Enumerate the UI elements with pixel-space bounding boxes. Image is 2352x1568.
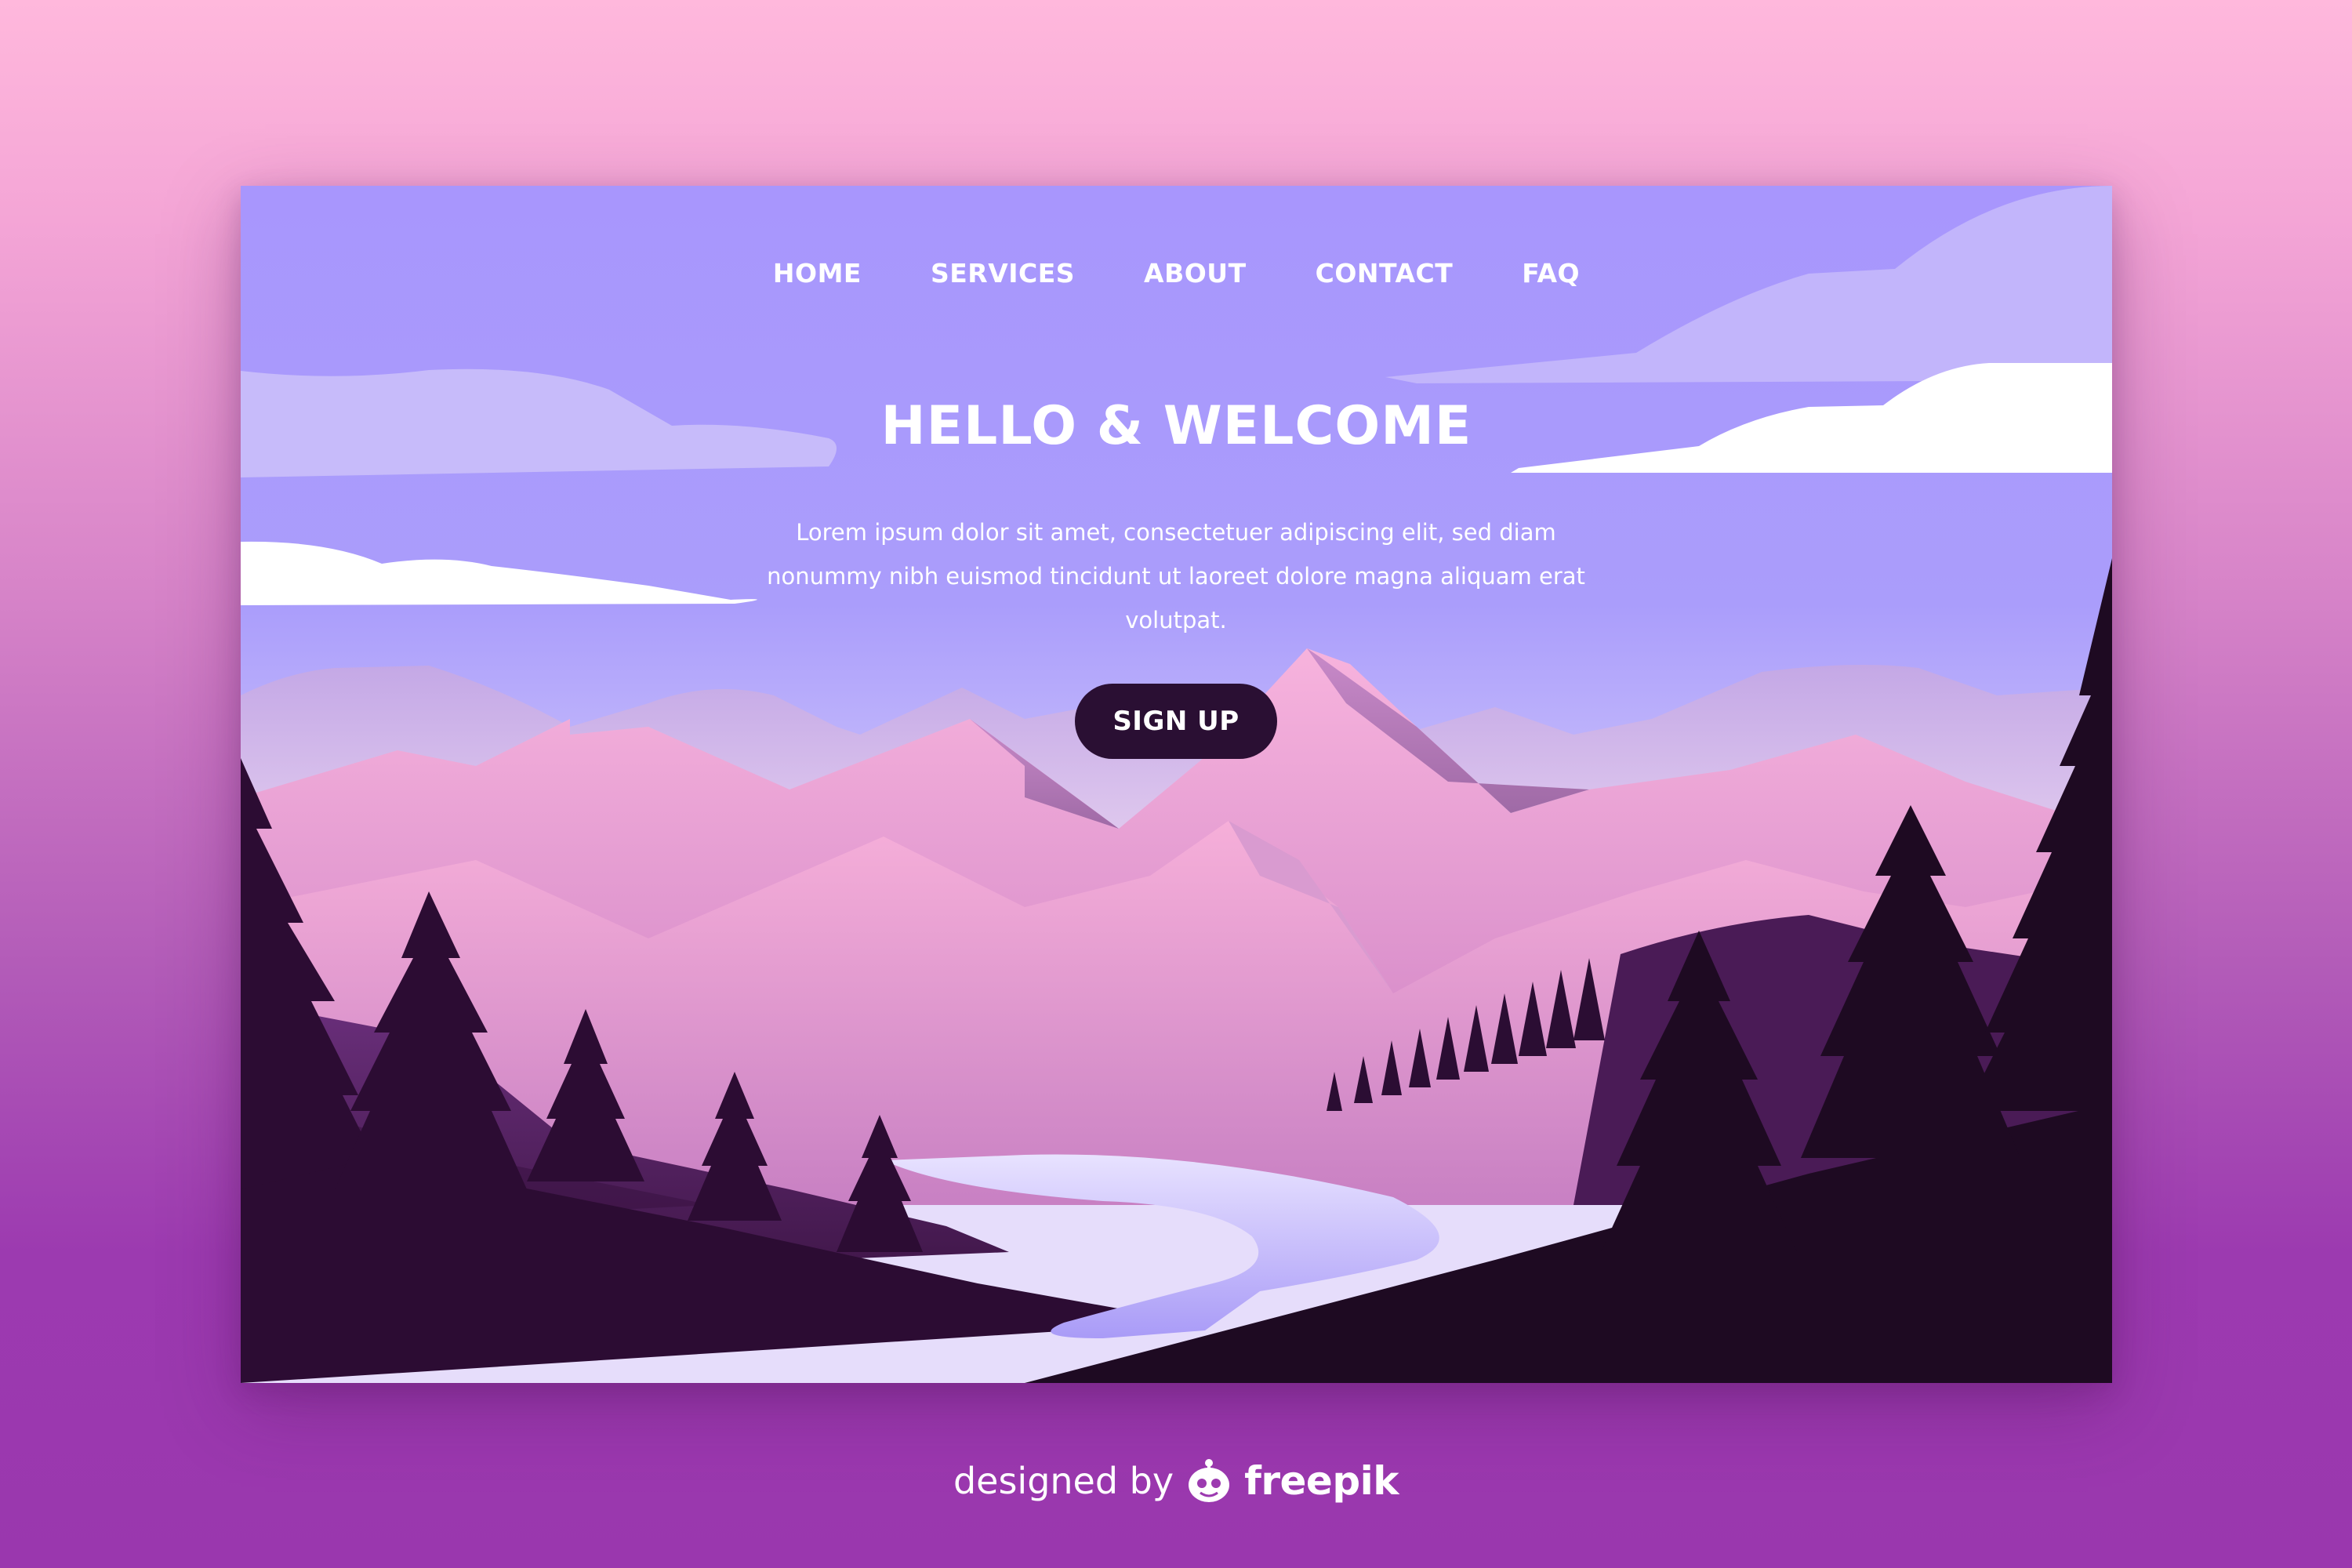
nav-about[interactable]: ABOUT	[1109, 254, 1281, 293]
nav-faq[interactable]: FAQ	[1487, 254, 1614, 293]
nav-home[interactable]: HOME	[739, 254, 896, 293]
nav-services[interactable]: SERVICES	[896, 254, 1109, 293]
main-nav: HOME SERVICES ABOUT CONTACT FAQ	[241, 254, 2112, 293]
landscape-illustration	[241, 186, 2112, 1383]
credit-brand: freepik	[1244, 1458, 1399, 1504]
sign-up-button[interactable]: SIGN UP	[1075, 684, 1277, 759]
nav-contact[interactable]: CONTACT	[1281, 254, 1488, 293]
hero-description: Lorem ipsum dolor sit amet, consectetuer…	[767, 519, 1585, 633]
hero-title: HELLO & WELCOME	[880, 395, 1472, 457]
designer-credit: designed by freepik	[0, 1457, 2352, 1505]
freepik-logo-icon	[1189, 1459, 1230, 1502]
credit-prefix: designed by	[953, 1460, 1174, 1502]
landing-page-panel: HOME SERVICES ABOUT CONTACT FAQ HELLO & …	[241, 186, 2112, 1383]
